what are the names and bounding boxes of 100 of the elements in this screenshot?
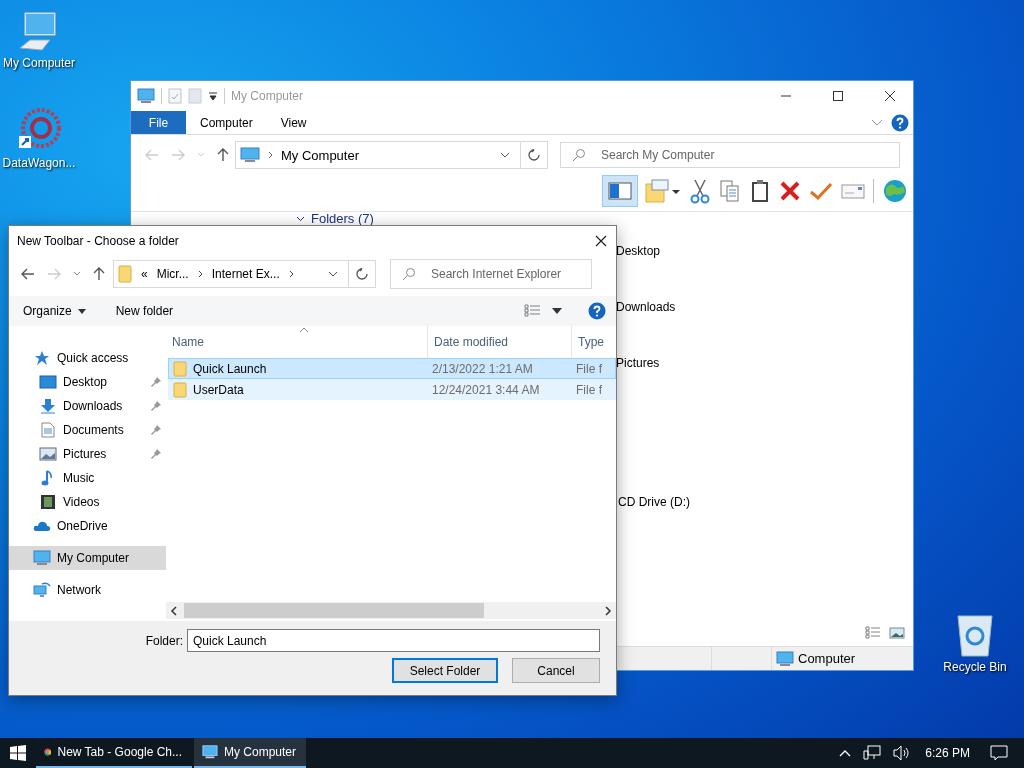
pin-icon[interactable]: [150, 376, 162, 388]
command-button[interactable]: Organize: [19, 299, 90, 323]
refresh-icon: [356, 268, 368, 280]
close-icon: [595, 235, 607, 247]
picture-icon: [39, 447, 57, 461]
folder-icon: [173, 360, 187, 377]
star-icon: [33, 350, 51, 366]
back-arrow-icon[interactable]: [21, 268, 35, 280]
network-icon[interactable]: [863, 745, 882, 761]
desktop-icon: [39, 375, 57, 389]
up-arrow-icon[interactable]: [93, 267, 105, 281]
nav-item[interactable]: My Computer: [9, 546, 166, 570]
view-options-icon[interactable]: [524, 304, 542, 318]
folder-item-label[interactable]: Pictures: [616, 356, 660, 412]
document-icon: [39, 422, 57, 438]
nav-item[interactable]: OneDrive: [9, 514, 166, 538]
nav-item[interactable]: Quick access: [9, 346, 166, 370]
computer-icon: [137, 88, 155, 104]
nav-item[interactable]: Music: [9, 466, 166, 490]
folder-icon: [173, 381, 187, 398]
breadcrumb[interactable]: Internet Ex...: [211, 267, 280, 281]
folder-label: Folder:: [145, 633, 183, 648]
ribbon-tab[interactable]: View: [266, 111, 321, 134]
help-icon[interactable]: [588, 302, 606, 320]
nav-item[interactable]: Desktop: [9, 370, 166, 394]
customize-caret-icon[interactable]: [208, 91, 218, 101]
network-icon: [33, 582, 51, 598]
nav-item[interactable]: Network: [9, 578, 166, 602]
address-text: My Computer: [281, 147, 360, 163]
clock[interactable]: 6:26 PM: [925, 746, 970, 760]
cloud-icon: [33, 520, 51, 532]
file-row[interactable]: Quick Launch 2/13/2022 1:21 AM File f: [168, 358, 616, 379]
nav-item[interactable]: Downloads: [9, 394, 166, 418]
pin-icon[interactable]: [150, 448, 162, 460]
date-cell-text: 12/24/2021 3:44 AM: [431, 382, 541, 397]
horizontal-scrollbar[interactable]: [166, 602, 616, 619]
notification-icon[interactable]: [990, 745, 1008, 761]
address-bar[interactable]: « Micr... Internet Ex...: [113, 260, 349, 288]
search-field[interactable]: Search Internet Explorer: [390, 259, 592, 289]
expand-ribbon-icon[interactable]: [871, 118, 883, 127]
window-title: My Computer: [231, 89, 304, 103]
file-row[interactable]: UserData 12/24/2021 3:44 AM File f: [168, 379, 616, 400]
file-menu-button[interactable]: File: [131, 111, 186, 134]
select-folder-button[interactable]: Select Folder: [392, 658, 498, 683]
scroll-right-icon[interactable]: [604, 605, 612, 616]
column-header[interactable]: Type: [572, 326, 616, 358]
nav-item[interactable]: Documents: [9, 418, 166, 442]
file-name: UserData: [193, 382, 244, 397]
down-arrow-icon: [39, 398, 57, 414]
chevron-icon: [268, 151, 273, 159]
computer-icon: [202, 744, 218, 760]
volume-icon[interactable]: [893, 745, 912, 761]
breadcrumb[interactable]: Micr...: [156, 267, 189, 281]
chevron-icon[interactable]: [197, 270, 203, 278]
ribbon-tab[interactable]: Computer: [186, 111, 267, 134]
nav-item[interactable]: Pictures: [9, 442, 166, 466]
folder-input[interactable]: Quick Launch: [187, 629, 600, 652]
preview-pane-icon[interactable]: [602, 175, 638, 207]
search-icon: [402, 267, 416, 281]
recent-caret-icon[interactable]: [73, 271, 81, 277]
address-bar[interactable]: My Computer: [235, 141, 521, 169]
computer-icon: [240, 147, 260, 163]
scroll-left-icon[interactable]: [170, 605, 178, 616]
details-view-icon[interactable]: [865, 626, 881, 640]
refresh-button[interactable]: [520, 141, 548, 169]
command-button[interactable]: New folder: [111, 299, 178, 323]
computer-icon: [776, 650, 794, 667]
windows-logo-icon: [10, 745, 26, 761]
film-icon: [39, 494, 57, 510]
overflow-mark[interactable]: «: [141, 267, 148, 281]
desktop-icon-label[interactable]: Recycle Bin: [943, 660, 1007, 674]
taskbar-app[interactable]: New Tab - Google Ch...: [36, 738, 192, 768]
refresh-button[interactable]: [348, 260, 376, 288]
drive-item-label[interactable]: CD Drive (D:): [618, 495, 690, 551]
close-icon: [884, 90, 896, 102]
folder-item-label[interactable]: Desktop: [616, 244, 661, 300]
dialog-title: New Toolbar - Choose a folder: [17, 234, 179, 248]
help-icon[interactable]: [891, 113, 909, 132]
pin-icon[interactable]: [150, 400, 162, 412]
dropdown-caret-icon[interactable]: [500, 152, 510, 158]
nav-item[interactable]: Videos: [9, 490, 166, 514]
show-hidden-icons-icon[interactable]: [839, 749, 852, 757]
folder-item-label[interactable]: Downloads: [616, 300, 676, 356]
caret-icon[interactable]: [552, 308, 562, 314]
chevron-icon[interactable]: [288, 270, 294, 278]
computer-icon: [33, 550, 51, 566]
search-field[interactable]: Search My Computer: [560, 142, 900, 168]
dropdown-caret-icon[interactable]: [328, 271, 338, 277]
date-cell-text: 2/13/2022 1:21 AM: [431, 361, 534, 376]
recycle-bin-icon[interactable]: [955, 612, 995, 658]
file-name: Quick Launch: [193, 361, 267, 376]
type-cell-text: File f: [575, 361, 603, 376]
folder-icon: [118, 265, 132, 283]
up-arrow-icon[interactable]: [217, 148, 229, 162]
large-icons-view-icon[interactable]: [889, 626, 905, 640]
cancel-button[interactable]: Cancel: [512, 658, 600, 683]
taskbar-app[interactable]: My Computer: [194, 738, 306, 768]
pin-icon[interactable]: [150, 424, 162, 436]
search-icon: [572, 148, 586, 162]
collapse-chevron-icon: [296, 216, 305, 222]
